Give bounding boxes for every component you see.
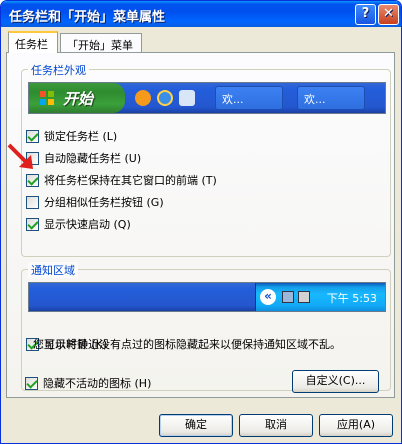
option-label: 自动隐藏任务栏 (U) [44,152,142,165]
start-label: 开始 [63,90,94,108]
volume-icon [298,291,310,303]
group-buttons-option[interactable]: 分组相似任务栏按钮 (G) [26,194,164,210]
customize-button[interactable]: 自定义(C)... [292,370,379,393]
notification-area-preview: « 下午 5:53 [255,283,385,311]
hide-inactive-option[interactable]: 隐藏不活动的图标 (H) [25,375,151,391]
taskbar-preview: 开始 欢... 欢... [28,82,386,114]
task-button-preview: 欢... [297,86,365,110]
option-label: 显示快速启动 (Q) [44,218,131,231]
lock-taskbar-option[interactable]: 锁定任务栏 (L) [26,128,117,144]
clock-preview: 下午 5:53 [326,292,377,305]
ie-icon [157,90,173,106]
checkbox[interactable] [26,129,39,143]
option-label: 隐藏不活动的图标 (H) [43,377,152,390]
ok-button[interactable]: 确定 [159,414,233,437]
group-title: 通知区域 [28,262,78,278]
tab-label: 任务栏 [15,38,48,51]
checkbox[interactable] [26,173,39,187]
tab-panel: 任务栏外观 开始 欢... 欢... 锁定任务栏 (L) 自动隐藏任务栏 (U)… [6,52,395,398]
start-button-preview: 开始 [29,83,125,113]
tab-label: 「开始」菜单 [67,39,133,52]
tab-taskbar[interactable]: 任务栏 [8,31,58,53]
keep-on-top-option[interactable]: 将任务栏保持在其它窗口的前端 (T) [26,172,217,188]
show-hidden-icons-chevron-icon: « [260,289,276,305]
cancel-button[interactable]: 取消 [239,414,313,437]
network-icon [282,291,294,303]
window-title: 任务栏和「开始」菜单属性 [9,10,166,25]
option-label: 将任务栏保持在其它窗口的前端 (T) [44,174,217,187]
apply-button[interactable]: 应用(A) [319,414,393,437]
checkbox[interactable] [25,376,38,390]
checkbox[interactable] [26,217,39,231]
task-button-label: 欢... [304,93,326,106]
desktop-icon [179,90,195,106]
taskbar-properties-dialog: 任务栏和「开始」菜单属性 ? ✕ 任务栏 「开始」菜单 任务栏外观 开始 欢..… [0,0,402,444]
notification-description: 您可以将最近没有点过的图标隐藏起来以便保持通知区域不乱。 [33,338,341,351]
appearance-group: 任务栏外观 开始 欢... 欢... 锁定任务栏 (L) 自动隐藏任务栏 (U)… [21,62,391,257]
tray-preview: « 下午 5:53 [28,282,386,312]
windows-logo-icon [40,91,54,105]
tab-start-menu[interactable]: 「开始」菜单 [60,33,142,53]
option-label: 锁定任务栏 (L) [44,130,118,143]
quick-launch-option[interactable]: 显示快速启动 (Q) [26,216,131,232]
auto-hide-option[interactable]: 自动隐藏任务栏 (U) [26,150,141,166]
red-arrow-icon [7,143,33,169]
option-label: 分组相似任务栏按钮 (G) [44,196,164,209]
group-title: 任务栏外观 [28,62,89,78]
close-button[interactable]: ✕ [378,4,399,25]
task-button-preview: 欢... [215,86,283,110]
help-button[interactable]: ? [355,4,376,25]
task-button-label: 欢... [222,93,244,106]
media-player-icon [135,90,151,106]
checkbox[interactable] [26,195,39,209]
title-bar[interactable]: 任务栏和「开始」菜单属性 ? ✕ [1,1,401,27]
